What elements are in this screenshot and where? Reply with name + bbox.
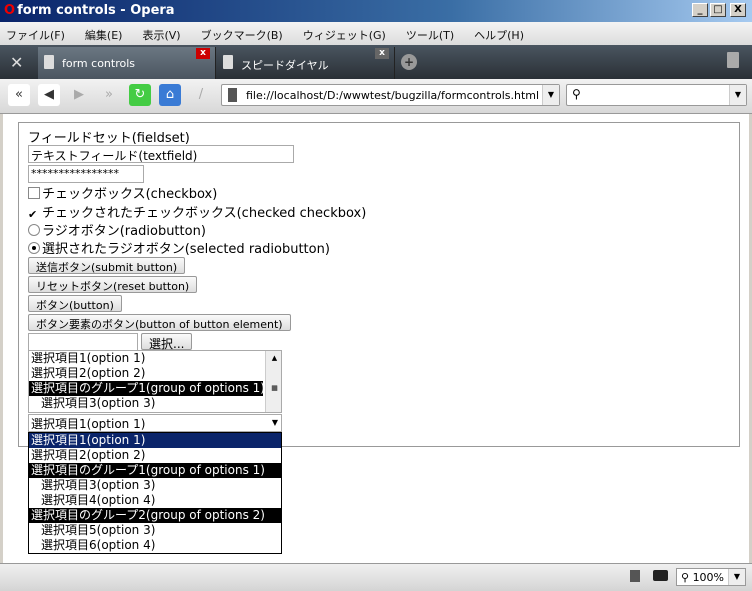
checkbox[interactable] — [28, 187, 40, 199]
camera-icon[interactable] — [653, 570, 668, 581]
menu-widgets[interactable]: ウィジェット(G) — [303, 25, 386, 42]
select-dropdown[interactable]: 選択項目1(option 1) ▼ — [28, 414, 282, 432]
navigation-toolbar: « ◀ ▶ » ↻ ⌂ / file://localhost/D:/wwwtes… — [0, 79, 752, 114]
rewind-icon[interactable]: « — [8, 84, 30, 106]
file-browse-button[interactable]: 選択... — [141, 333, 193, 351]
dropdown-popup: 選択項目1(option 1) 選択項目2(option 2) 選択項目のグルー… — [28, 432, 282, 554]
menu-help[interactable]: ヘルプ(H) — [474, 25, 524, 42]
select-value: 選択項目1(option 1) — [31, 417, 146, 431]
tab-label: スピードダイヤル — [241, 59, 329, 72]
tab-speed-dial[interactable]: スピードダイヤル x — [217, 47, 395, 79]
list-option[interactable]: 選択項目2(option 2) — [29, 366, 263, 381]
fieldset-legend: フィールドセット(fieldset) — [28, 131, 190, 146]
checked-checkbox-row[interactable]: ✔ チェックされたチェックボックス(checked checkbox) — [28, 202, 366, 222]
file-input[interactable] — [28, 333, 138, 351]
zoom-value: 100% — [692, 571, 725, 584]
back-icon[interactable]: ◀ — [38, 84, 60, 106]
text-field[interactable]: テキストフィールド(textfield) — [28, 145, 294, 163]
list-optgroup: 選択項目のグループ1(group of options 1) — [29, 381, 265, 396]
address-text: file://localhost/D:/wwwtest/bugzilla/for… — [246, 89, 540, 102]
panels-icon[interactable] — [630, 570, 640, 582]
menu-tools[interactable]: ツール(T) — [406, 25, 454, 42]
radio-button-selected[interactable] — [28, 242, 40, 254]
page-content: フィールドセット(fieldset) テキストフィールド(textfield) … — [3, 114, 749, 563]
address-dropdown-icon[interactable]: ▼ — [542, 85, 559, 105]
new-tab-icon[interactable]: + — [401, 54, 417, 70]
home-icon[interactable]: ⌂ — [159, 84, 181, 106]
title-bar: Oform controls - Opera _ □ X — [0, 0, 752, 22]
forward-icon[interactable]: ▶ — [68, 84, 90, 106]
zoom-icon: ⚲ — [681, 571, 693, 584]
tab-form-controls[interactable]: form controls x — [38, 47, 216, 79]
document-icon — [44, 55, 54, 69]
search-dropdown-icon[interactable]: ▼ — [729, 85, 746, 105]
radio-button[interactable] — [28, 224, 40, 236]
radio-row[interactable]: ラジオボタン(radiobutton) — [28, 220, 206, 239]
status-bar: ⚲ 100% ▼ — [0, 563, 752, 591]
tab-close-button[interactable]: x — [196, 48, 210, 59]
submit-button[interactable]: 送信ボタン(submit button) — [28, 257, 186, 274]
search-field[interactable]: ⚲ ▼ — [566, 84, 747, 106]
fast-forward-icon[interactable]: » — [98, 84, 120, 106]
page-icon — [228, 88, 237, 102]
reload-icon[interactable]: ↻ — [129, 84, 151, 106]
dropdown-option[interactable]: 選択項目2(option 2) — [29, 448, 281, 463]
radio-label: 選択されたラジオボタン(selected radiobutton) — [42, 242, 330, 257]
zoom-dropdown-icon[interactable]: ▼ — [728, 569, 745, 585]
list-option[interactable]: 選択項目1(option 1) — [29, 351, 263, 366]
minimize-button[interactable]: _ — [692, 3, 708, 17]
opera-logo-icon: O — [4, 3, 16, 18]
tab-close-button[interactable]: x — [375, 48, 389, 59]
menu-file[interactable]: ファイル(F) — [6, 25, 65, 42]
dropdown-option-selected[interactable]: 選択項目1(option 1) — [29, 433, 281, 448]
menu-bookmarks[interactable]: ブックマーク(B) — [201, 25, 283, 42]
window-title: form controls - Opera — [17, 3, 175, 18]
password-field[interactable]: **************** — [28, 165, 144, 183]
document-icon — [223, 55, 233, 69]
tab-bar: ✕ form controls x スピードダイヤル x + — [0, 45, 752, 79]
dropdown-optgroup: 選択項目のグループ2(group of options 2) — [29, 508, 281, 523]
listbox-scrollbar[interactable]: ▲▦▼ — [265, 351, 281, 412]
address-field[interactable]: file://localhost/D:/wwwtest/bugzilla/for… — [221, 84, 560, 106]
button[interactable]: ボタン(button) — [28, 295, 122, 312]
close-button[interactable]: X — [730, 3, 746, 17]
dropdown-option[interactable]: 選択項目3(option 3) — [29, 478, 281, 493]
menu-view[interactable]: 表示(V) — [142, 25, 180, 42]
chevron-down-icon[interactable]: ▼ — [272, 418, 278, 427]
menu-edit[interactable]: 編集(E) — [85, 25, 123, 42]
checkbox-row[interactable]: チェックボックス(checkbox) — [28, 183, 217, 202]
listbox[interactable]: 選択項目1(option 1) 選択項目2(option 2) 選択項目のグルー… — [28, 350, 282, 413]
zoom-control[interactable]: ⚲ 100% ▼ — [676, 568, 746, 586]
dropdown-option[interactable]: 選択項目6(option 4) — [29, 538, 281, 553]
button-element[interactable]: ボタン要素のボタン(button of button element) — [28, 314, 291, 331]
tools-icon[interactable]: ✕ — [10, 53, 23, 72]
search-icon: ⚲ — [572, 87, 581, 101]
radio-label: ラジオボタン(radiobutton) — [42, 224, 206, 239]
checkbox-label: チェックされたチェックボックス(checked checkbox) — [42, 206, 367, 221]
dropdown-optgroup: 選択項目のグループ1(group of options 1) — [29, 463, 281, 478]
tab-label: form controls — [62, 57, 136, 70]
dropdown-option[interactable]: 選択項目4(option 4) — [29, 493, 281, 508]
reset-button[interactable]: リセットボタン(reset button) — [28, 276, 198, 293]
checkbox-label: チェックボックス(checkbox) — [42, 187, 218, 202]
maximize-button[interactable]: □ — [710, 3, 726, 17]
edit-icon[interactable]: / — [190, 84, 212, 106]
list-option[interactable]: 選択項目3(option 3) — [29, 396, 281, 411]
selected-radio-row[interactable]: 選択されたラジオボタン(selected radiobutton) — [28, 238, 330, 257]
trash-icon[interactable] — [727, 52, 739, 68]
dropdown-option[interactable]: 選択項目5(option 3) — [29, 523, 281, 538]
menu-bar: ファイル(F) 編集(E) 表示(V) ブックマーク(B) ウィジェット(G) … — [0, 22, 752, 45]
